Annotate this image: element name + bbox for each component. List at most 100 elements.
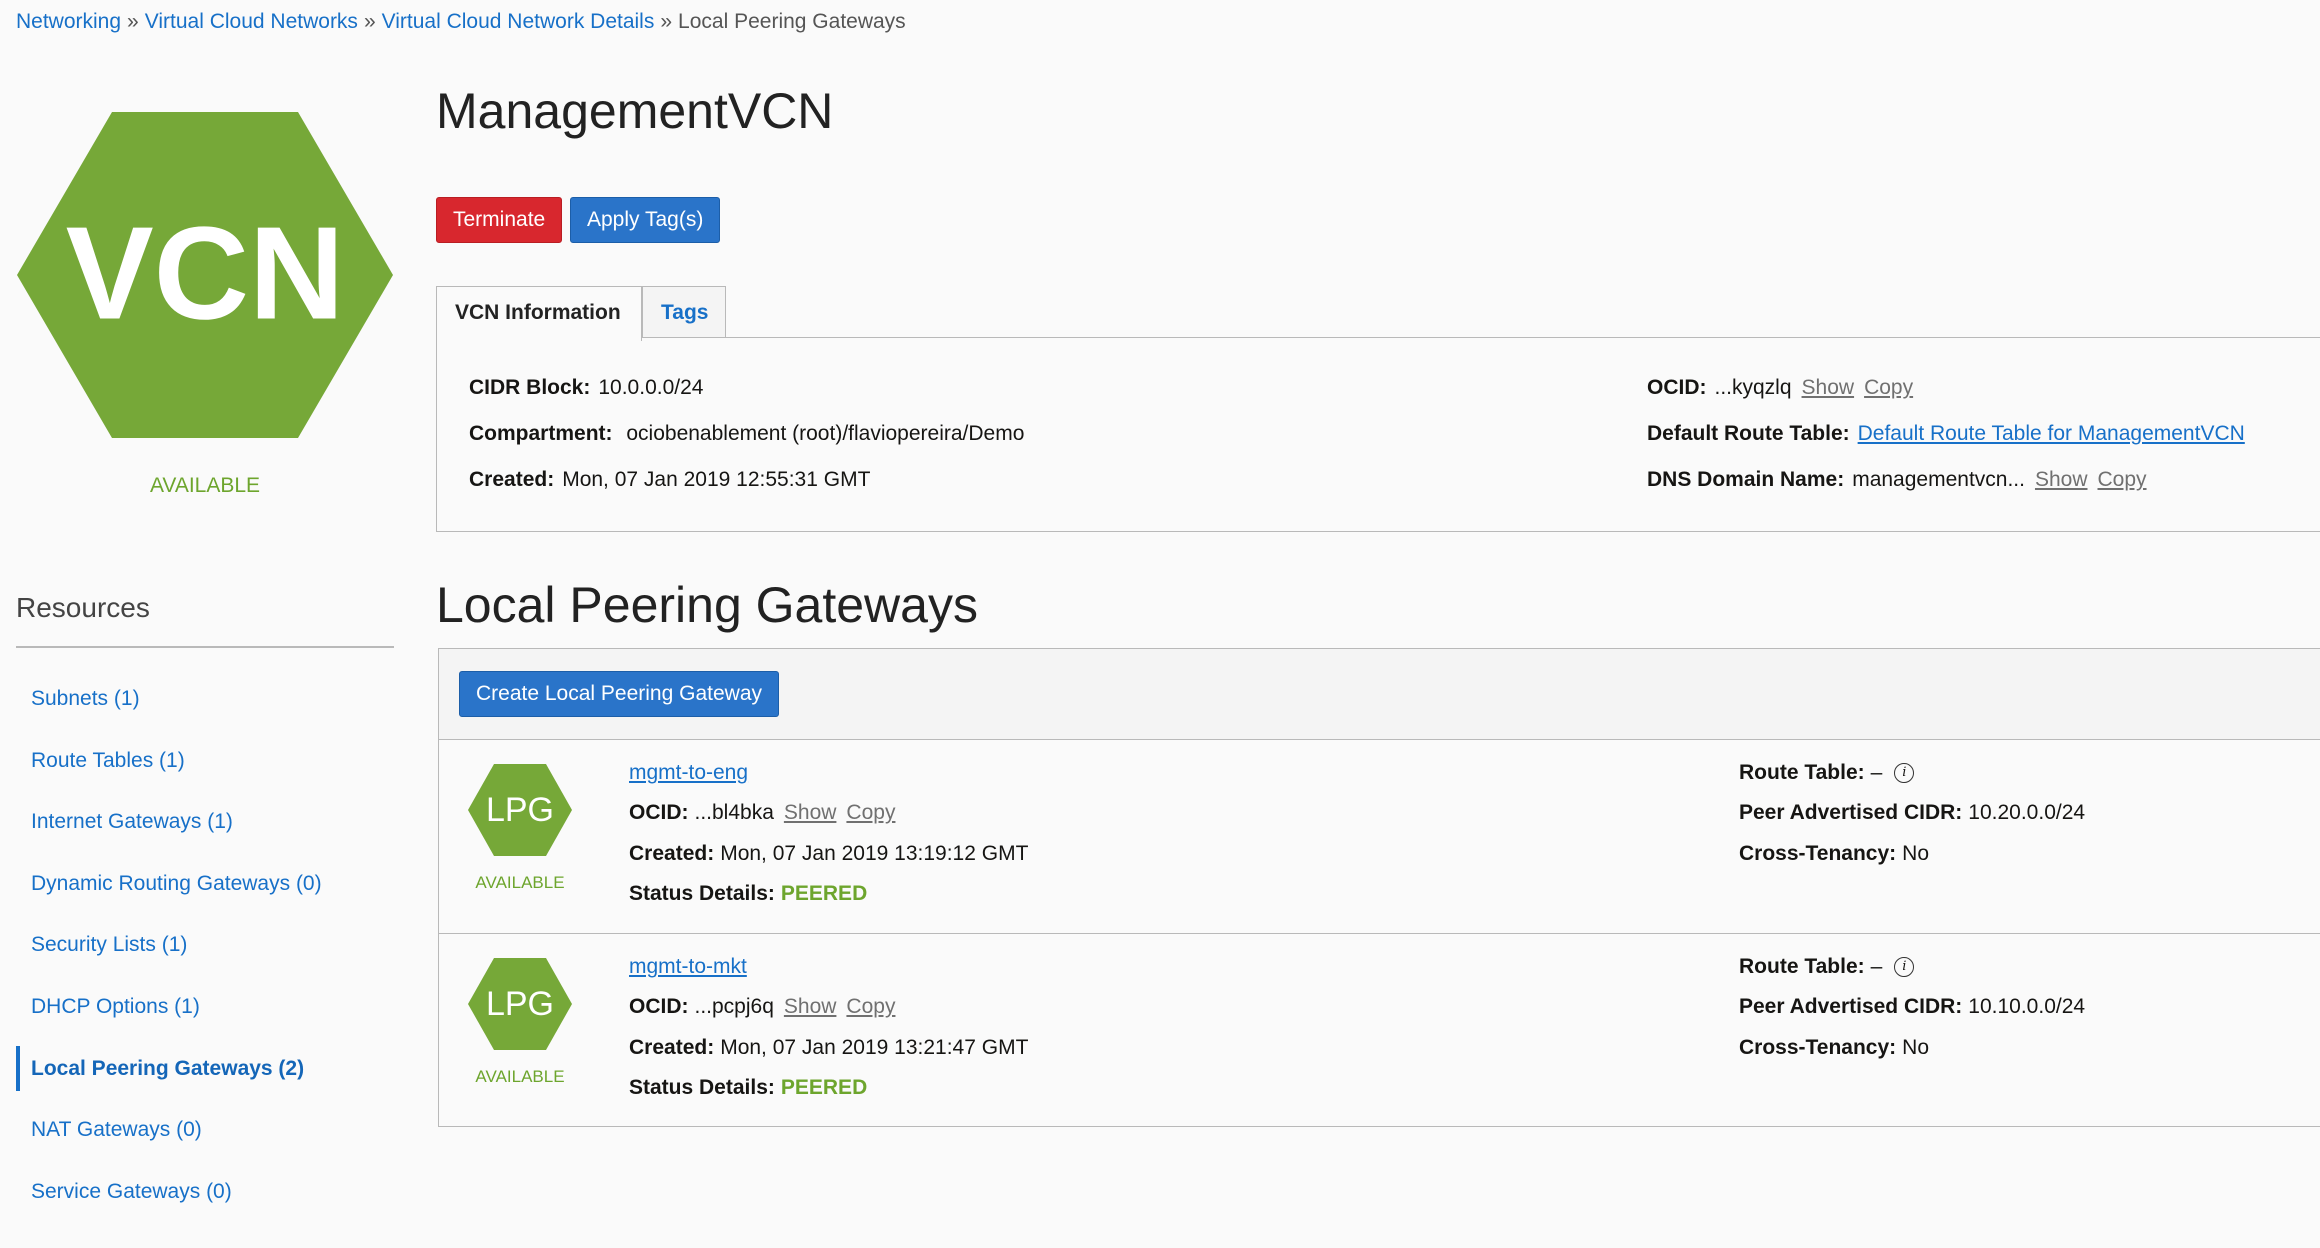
lpg-ocid-value: ...bl4bka [694, 801, 774, 824]
ocid-label: OCID: [1647, 376, 1707, 399]
lpg-status-details-label: Status Details: [629, 1076, 775, 1099]
terminate-button[interactable]: Terminate [436, 197, 563, 243]
breadcrumb-vcns-link[interactable]: Virtual Cloud Networks [145, 10, 358, 33]
lpg-ocid-show-link[interactable]: Show [784, 995, 837, 1018]
apply-tags-button[interactable]: Apply Tag(s) [570, 197, 721, 243]
lpg-created-row: Created: Mon, 07 Jan 2019 13:19:12 GMT [629, 842, 1028, 866]
lpg-route-table-value: – [1870, 955, 1883, 978]
resource-service-gateways[interactable]: Service Gateways (0) [16, 1161, 394, 1223]
lpg-cross-tenancy-label: Cross-Tenancy: [1739, 1036, 1897, 1059]
lpg-created-value: Mon, 07 Jan 2019 13:21:47 GMT [720, 1036, 1029, 1059]
lpg-name-link[interactable]: mgmt-to-mkt [629, 955, 747, 978]
cidr-block-label: CIDR Block: [469, 376, 591, 399]
lpg-status-details-row: Status Details: PEERED [629, 1076, 867, 1100]
cidr-block-value: 10.0.0.0/24 [598, 376, 704, 399]
ocid-copy-link[interactable]: Copy [1864, 376, 1913, 399]
breadcrumb-networking-link[interactable]: Networking [16, 10, 121, 33]
dns-domain-row: DNS Domain Name: managementvcn... Show Copy [1647, 468, 2147, 492]
resource-security-lists[interactable]: Security Lists (1) [16, 914, 394, 976]
lpg-status-details-value: PEERED [780, 1076, 868, 1099]
breadcrumb-separator: » [363, 10, 376, 33]
lpg-status-details-label: Status Details: [629, 882, 775, 905]
tab-tags[interactable]: Tags [642, 286, 726, 338]
resource-route-tables[interactable]: Route Tables (1) [16, 730, 394, 792]
dns-copy-link[interactable]: Copy [2098, 468, 2147, 491]
compartment-value: ociobenablement (root)/flaviopereira/Dem… [626, 422, 1025, 445]
lpg-ocid-value: ...pcpj6q [694, 995, 774, 1018]
ocid-value: ...kyqzlq [1714, 376, 1792, 399]
default-route-table-row: Default Route Table: Default Route Table … [1647, 422, 2245, 446]
vcn-status-label: AVAILABLE [149, 474, 261, 497]
lpg-route-table-row: Route Table: – i [1739, 761, 1915, 785]
compartment-row: Compartment: ociobenablement (root)/flav… [469, 422, 1024, 446]
vcn-icon-label: VCN [66, 200, 345, 347]
default-route-table-link[interactable]: Default Route Table for ManagementVCN [1858, 422, 2245, 445]
create-local-peering-gateway-button[interactable]: Create Local Peering Gateway [459, 671, 779, 717]
page-title: ManagementVCN [436, 83, 834, 139]
lpg-created-label: Created: [629, 1036, 715, 1059]
info-icon[interactable]: i [1894, 957, 1915, 978]
dns-domain-value: managementvcn... [1852, 468, 2025, 491]
lpg-route-table-value: – [1870, 761, 1883, 784]
resources-divider [16, 646, 394, 648]
created-row: Created: Mon, 07 Jan 2019 12:55:31 GMT [469, 468, 870, 492]
dns-domain-label: DNS Domain Name: [1647, 468, 1845, 491]
created-value: Mon, 07 Jan 2019 12:55:31 GMT [562, 468, 871, 491]
created-label: Created: [469, 468, 555, 491]
lpg-peer-cidr-value: 10.20.0.0/24 [1968, 801, 2086, 824]
lpg-icon-label: LPG [486, 791, 554, 829]
breadcrumb-current: Local Peering Gateways [678, 10, 906, 33]
lpg-status-label: AVAILABLE [475, 1067, 565, 1086]
breadcrumb: Networking» Virtual Cloud Networks» Virtua… [16, 10, 906, 34]
dns-show-link[interactable]: Show [2035, 468, 2088, 491]
resource-nat-gateways[interactable]: NAT Gateways (0) [16, 1099, 394, 1161]
lpg-cross-tenancy-row: Cross-Tenancy: No [1739, 842, 1929, 866]
lpg-row: LPG AVAILABLE mgmt-to-mkt OCID: ...pcpj6q… [439, 933, 2320, 1127]
lpg-ocid-row: OCID: ...bl4bka Show Copy [629, 801, 895, 825]
lpg-ocid-copy-link[interactable]: Copy [846, 801, 895, 824]
lpg-name-link[interactable]: mgmt-to-eng [629, 761, 748, 784]
lpg-section-title: Local Peering Gateways [436, 577, 978, 633]
ocid-show-link[interactable]: Show [1802, 376, 1855, 399]
lpg-status-label: AVAILABLE [475, 873, 565, 892]
vcn-hexagon-icon: VCN [17, 112, 393, 438]
breadcrumb-separator: » [660, 10, 673, 33]
resource-subnets[interactable]: Subnets (1) [16, 668, 394, 730]
lpg-peer-cidr-label: Peer Advertised CIDR: [1739, 995, 1963, 1018]
info-icon[interactable]: i [1894, 763, 1915, 784]
lpg-toolbar: Create Local Peering Gateway [439, 649, 2320, 740]
lpg-list-container: Create Local Peering Gateway LPG AVAILAB… [438, 648, 2320, 1127]
cidr-block-row: CIDR Block: 10.0.0.0/24 [469, 376, 703, 400]
lpg-ocid-label: OCID: [629, 801, 689, 824]
lpg-route-table-label: Route Table: [1739, 761, 1865, 784]
lpg-route-table-row: Route Table: – i [1739, 955, 1915, 979]
lpg-cross-tenancy-label: Cross-Tenancy: [1739, 842, 1897, 865]
default-route-table-label: Default Route Table: [1647, 422, 1850, 445]
lpg-peer-cidr-label: Peer Advertised CIDR: [1739, 801, 1963, 824]
ocid-row: OCID: ...kyqzlq Show Copy [1647, 376, 1913, 400]
lpg-created-value: Mon, 07 Jan 2019 13:19:12 GMT [720, 842, 1029, 865]
lpg-created-label: Created: [629, 842, 715, 865]
resource-dhcp-options[interactable]: DHCP Options (1) [16, 976, 394, 1038]
breadcrumb-vcn-details-link[interactable]: Virtual Cloud Network Details [382, 10, 655, 33]
resources-heading: Resources [16, 592, 150, 623]
lpg-cross-tenancy-value: No [1902, 1036, 1930, 1059]
lpg-peer-cidr-row: Peer Advertised CIDR: 10.20.0.0/24 [1739, 801, 2085, 825]
resource-internet-gateways[interactable]: Internet Gateways (1) [16, 791, 394, 853]
lpg-ocid-copy-link[interactable]: Copy [846, 995, 895, 1018]
lpg-created-row: Created: Mon, 07 Jan 2019 13:21:47 GMT [629, 1036, 1028, 1060]
lpg-ocid-row: OCID: ...pcpj6q Show Copy [629, 995, 895, 1019]
lpg-peer-cidr-value: 10.10.0.0/24 [1968, 995, 2086, 1018]
lpg-peer-cidr-row: Peer Advertised CIDR: 10.10.0.0/24 [1739, 995, 2085, 1019]
resources-list: Subnets (1) Route Tables (1) Internet Ga… [16, 668, 394, 1222]
lpg-hexagon-icon: LPG [468, 764, 572, 856]
resource-local-peering-gateways[interactable]: Local Peering Gateways (2) [16, 1038, 394, 1100]
lpg-ocid-show-link[interactable]: Show [784, 801, 837, 824]
vcn-info-panel: CIDR Block: 10.0.0.0/24 Compartment: ocio… [436, 337, 2320, 532]
breadcrumb-separator: » [127, 10, 139, 33]
lpg-cross-tenancy-row: Cross-Tenancy: No [1739, 1036, 1929, 1060]
lpg-status-details-row: Status Details: PEERED [629, 882, 867, 906]
tab-vcn-information[interactable]: VCN Information [436, 286, 642, 341]
lpg-status-details-value: PEERED [780, 882, 868, 905]
resource-dynamic-routing-gateways[interactable]: Dynamic Routing Gateways (0) [16, 853, 394, 915]
